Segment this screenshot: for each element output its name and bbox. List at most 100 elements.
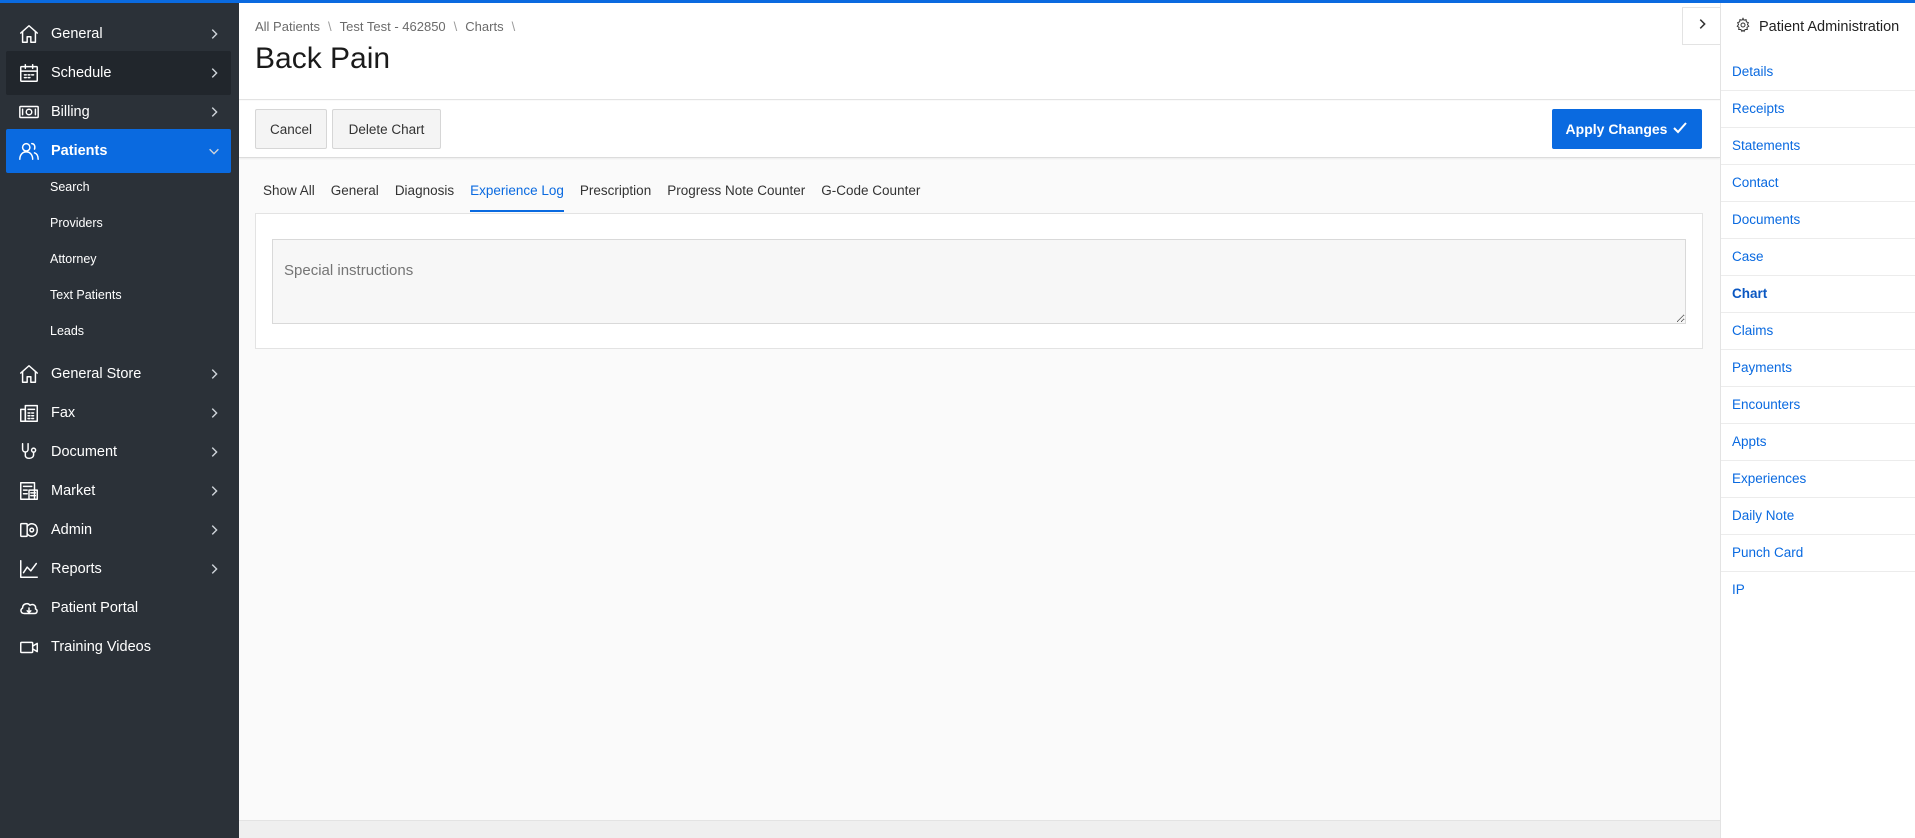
breadcrumb-charts[interactable]: Charts xyxy=(465,19,503,34)
experience-log-panel xyxy=(255,213,1703,349)
sidebar-item-label: Patient Portal xyxy=(51,600,139,616)
main-content: All Patients \ Test Test - 462850 \ Char… xyxy=(239,3,1720,838)
home-icon xyxy=(18,363,40,385)
special-instructions-field[interactable] xyxy=(272,239,1686,324)
sidebar-item-schedule[interactable]: Schedule xyxy=(6,51,231,95)
admin-link-contact[interactable]: Contact xyxy=(1721,165,1915,202)
chart-tabs: Show All General Diagnosis Experience Lo… xyxy=(263,181,936,212)
tab-progress-note-counter[interactable]: Progress Note Counter xyxy=(667,181,805,212)
sidebar-subitem-leads[interactable]: Leads xyxy=(50,321,84,341)
panel-title: Patient Administration xyxy=(1735,17,1899,37)
apply-changes-label: Apply Changes xyxy=(1565,121,1668,137)
sidebar-item-training-videos[interactable]: Training Videos xyxy=(6,625,231,669)
admin-link-daily-note[interactable]: Daily Note xyxy=(1721,498,1915,535)
sidebar-item-label: Patients xyxy=(51,143,108,159)
tab-g-code-counter[interactable]: G-Code Counter xyxy=(821,181,920,212)
sidebar-item-market[interactable]: Market xyxy=(6,469,231,513)
calendar-icon xyxy=(18,62,40,84)
sidebar-item-patient-portal[interactable]: Patient Portal xyxy=(6,586,231,630)
page-header: All Patients \ Test Test - 462850 \ Char… xyxy=(239,3,1720,100)
sidebar-item-label: Reports xyxy=(51,561,102,577)
chevron-right-icon xyxy=(207,445,221,459)
sidebar-subitem-attorney[interactable]: Attorney xyxy=(50,249,97,269)
tab-experience-log[interactable]: Experience Log xyxy=(470,181,564,212)
action-toolbar: Cancel Delete Chart Apply Changes xyxy=(239,101,1720,158)
expand-panel-button[interactable] xyxy=(1682,7,1720,45)
breadcrumb-patient[interactable]: Test Test - 462850 xyxy=(340,19,446,34)
users-icon xyxy=(18,140,40,162)
tab-diagnosis[interactable]: Diagnosis xyxy=(395,181,454,212)
checkmark-icon xyxy=(1667,120,1688,139)
sidebar-item-general[interactable]: General xyxy=(6,12,231,56)
home-icon xyxy=(18,23,40,45)
admin-link-documents[interactable]: Documents xyxy=(1721,202,1915,239)
tab-show-all[interactable]: Show All xyxy=(263,181,315,212)
sidebar-item-label: Schedule xyxy=(51,65,112,81)
money-icon xyxy=(18,101,40,123)
admin-link-chart[interactable]: Chart xyxy=(1721,276,1915,313)
sidebar-item-admin[interactable]: Admin xyxy=(6,508,231,552)
chart-icon xyxy=(18,558,40,580)
breadcrumb-separator: \ xyxy=(511,19,516,34)
sidebar-item-general-store[interactable]: General Store xyxy=(6,352,231,396)
chevron-right-icon xyxy=(207,523,221,537)
sidebar-item-label: Document xyxy=(51,444,118,460)
admin-link-punch-card[interactable]: Punch Card xyxy=(1721,535,1915,572)
chevron-right-icon xyxy=(207,27,221,41)
sidebar-subitem-text-patients[interactable]: Text Patients xyxy=(50,285,122,305)
sidebar-item-reports[interactable]: Reports xyxy=(6,547,231,591)
delete-chart-button[interactable]: Delete Chart xyxy=(332,109,441,149)
page-title: Back Pain xyxy=(255,42,391,75)
admin-link-claims[interactable]: Claims xyxy=(1721,313,1915,350)
patient-administration-panel: Patient Administration Details Receipts … xyxy=(1720,3,1915,838)
chevron-right-icon xyxy=(207,367,221,381)
sidebar-item-label: Admin xyxy=(51,522,93,538)
sidebar-item-label: General xyxy=(51,26,103,42)
admin-link-encounters[interactable]: Encounters xyxy=(1721,387,1915,424)
market-icon xyxy=(18,480,40,502)
chevron-right-icon xyxy=(207,484,221,498)
chevron-right-icon xyxy=(207,562,221,576)
tab-general[interactable]: General xyxy=(331,181,379,212)
admin-link-details[interactable]: Details xyxy=(1721,54,1915,91)
stethoscope-icon xyxy=(18,441,40,463)
fax-icon xyxy=(18,402,40,424)
sidebar-item-label: Market xyxy=(51,483,96,499)
admin-link-statements[interactable]: Statements xyxy=(1721,128,1915,165)
cloud-icon xyxy=(18,597,40,619)
sidebar-item-label: General Store xyxy=(51,366,142,382)
sidebar-item-label: Training Videos xyxy=(51,639,151,655)
top-accent-bar xyxy=(0,0,1915,3)
admin-link-payments[interactable]: Payments xyxy=(1721,350,1915,387)
breadcrumb-all-patients[interactable]: All Patients xyxy=(255,19,320,34)
sidebar-item-billing[interactable]: Billing xyxy=(6,90,231,134)
tab-prescription[interactable]: Prescription xyxy=(580,181,651,212)
sidebar: General Schedule Billing Patients Search… xyxy=(0,3,239,838)
admin-link-appts[interactable]: Appts xyxy=(1721,424,1915,461)
gear-icon xyxy=(1735,17,1759,37)
sidebar-item-fax[interactable]: Fax xyxy=(6,391,231,435)
sidebar-subitem-search[interactable]: Search xyxy=(50,177,90,197)
chevron-right-icon xyxy=(1695,17,1709,36)
admin-link-receipts[interactable]: Receipts xyxy=(1721,91,1915,128)
video-icon xyxy=(18,636,40,658)
chevron-right-icon xyxy=(207,66,221,80)
admin-link-case[interactable]: Case xyxy=(1721,239,1915,276)
breadcrumb: All Patients \ Test Test - 462850 \ Char… xyxy=(255,19,515,34)
patient-admin-list: Details Receipts Statements Contact Docu… xyxy=(1721,54,1915,609)
sidebar-item-patients[interactable]: Patients xyxy=(6,129,231,173)
admin-link-ip[interactable]: IP xyxy=(1721,572,1915,609)
footer-strip xyxy=(239,820,1720,838)
chevron-right-icon xyxy=(207,406,221,420)
breadcrumb-separator: \ xyxy=(328,19,332,34)
admin-link-experiences[interactable]: Experiences xyxy=(1721,461,1915,498)
breadcrumb-separator: \ xyxy=(453,19,458,34)
sidebar-item-label: Billing xyxy=(51,104,90,120)
sidebar-subitem-providers[interactable]: Providers xyxy=(50,213,103,233)
apply-changes-button[interactable]: Apply Changes xyxy=(1552,109,1702,149)
cancel-button[interactable]: Cancel xyxy=(255,109,327,149)
sidebar-item-label: Fax xyxy=(51,405,76,421)
chevron-right-icon xyxy=(207,105,221,119)
sidebar-item-document[interactable]: Document xyxy=(6,430,231,474)
admin-icon xyxy=(18,519,40,541)
